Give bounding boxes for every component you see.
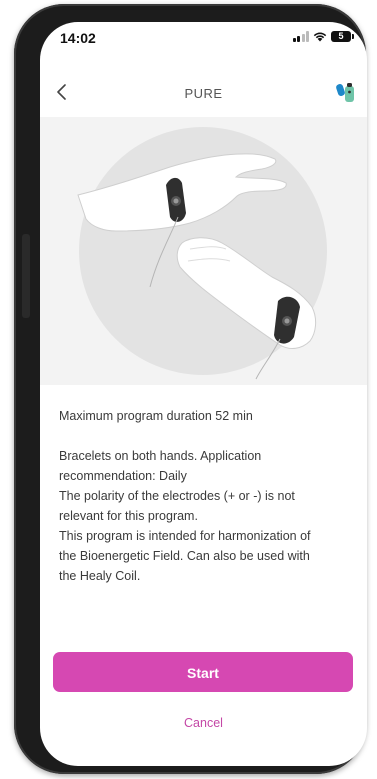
hands-with-bracelets-illustration <box>77 127 327 380</box>
status-icons: 5 <box>292 31 354 42</box>
start-button[interactable]: Start <box>53 652 353 692</box>
cancel-button[interactable]: Cancel <box>40 716 367 730</box>
program-description: Maximum program duration 52 min Bracelet… <box>59 406 355 586</box>
program-illustration <box>40 117 367 385</box>
description-line: the Bioenergetic Field. Can also be used… <box>59 549 310 563</box>
healy-device-icon <box>336 83 354 102</box>
status-time: 14:02 <box>60 30 96 46</box>
description-line: Bracelets on both hands. Application <box>59 449 262 463</box>
program-duration: Maximum program duration 52 min <box>59 409 253 423</box>
page-title: PURE <box>184 86 223 101</box>
description-line: The polarity of the electrodes (+ or -) … <box>59 489 295 503</box>
description-line: recommendation: Daily <box>59 469 187 483</box>
battery-icon: 5 <box>331 31 354 42</box>
phone-frame: 14:02 5 PURE Maximum program duration 52… <box>14 4 367 774</box>
device-button[interactable] <box>333 78 359 104</box>
phone-screen: 14:02 5 PURE Maximum program duration 52… <box>40 22 367 766</box>
wifi-icon <box>313 32 327 42</box>
description-line: relevant for this program. <box>59 509 198 523</box>
description-line: This program is intended for harmonizati… <box>59 529 311 543</box>
phone-side-button <box>22 234 30 318</box>
status-bar: 14:02 5 <box>40 22 367 56</box>
signal-icon <box>292 31 309 42</box>
nav-bar: PURE <box>40 74 367 114</box>
description-line: the Healy Coil. <box>59 569 141 583</box>
